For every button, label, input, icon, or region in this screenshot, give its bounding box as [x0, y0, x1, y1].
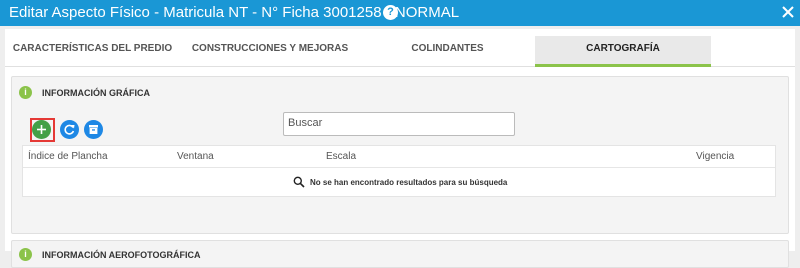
- info-icon: i: [19, 248, 32, 261]
- plus-icon: [37, 125, 46, 134]
- refresh-button[interactable]: [60, 120, 79, 139]
- graphic-info-header[interactable]: i INFORMACIÓN GRÁFICA: [12, 77, 788, 105]
- empty-message: No se han encontrado resultados para su …: [310, 178, 508, 187]
- column-header-vigencia[interactable]: Vigencia: [696, 151, 734, 162]
- column-header-ventana[interactable]: Ventana: [177, 151, 214, 162]
- graphic-info-section: i INFORMACIÓN GRÁFICA Buscar Índice de P…: [11, 76, 789, 234]
- close-icon[interactable]: [778, 2, 798, 22]
- archive-button[interactable]: [84, 120, 103, 139]
- help-icon[interactable]: ?: [383, 5, 398, 20]
- tab-construcciones[interactable]: CONSTRUCCIONES Y MEJORAS: [180, 36, 360, 67]
- dialog-titlebar: Editar Aspecto Físico - Matricula NT - N…: [0, 0, 800, 26]
- tab-bar: CARACTERÍSTICAS DEL PREDIO CONSTRUCCIONE…: [5, 29, 795, 67]
- tab-colindantes[interactable]: COLINDANTES: [360, 36, 535, 67]
- aerial-info-section[interactable]: i INFORMACIÓN AEROFOTOGRÁFICA: [11, 240, 789, 268]
- add-button[interactable]: [32, 120, 51, 139]
- table-header: Índice de Plancha Ventana Escala Vigenci…: [23, 146, 775, 168]
- info-icon: i: [19, 86, 32, 99]
- column-header-indice[interactable]: Índice de Plancha: [28, 151, 108, 162]
- aerial-info-title: INFORMACIÓN AEROFOTOGRÁFICA: [42, 250, 201, 260]
- tab-cartografia[interactable]: CARTOGRAFÍA: [535, 36, 711, 67]
- graphic-info-title: INFORMACIÓN GRÁFICA: [42, 88, 150, 98]
- plancha-table: Índice de Plancha Ventana Escala Vigenci…: [22, 145, 776, 197]
- search-icon: [293, 176, 305, 188]
- dialog-body: CARACTERÍSTICAS DEL PREDIO CONSTRUCCIONE…: [5, 29, 795, 268]
- column-header-escala[interactable]: Escala: [326, 151, 356, 162]
- tab-caracteristicas[interactable]: CARACTERÍSTICAS DEL PREDIO: [5, 36, 180, 67]
- archive-icon: [89, 125, 98, 134]
- refresh-icon: [64, 124, 75, 135]
- empty-state: No se han encontrado resultados para su …: [23, 168, 775, 198]
- search-input[interactable]: Buscar: [283, 112, 515, 136]
